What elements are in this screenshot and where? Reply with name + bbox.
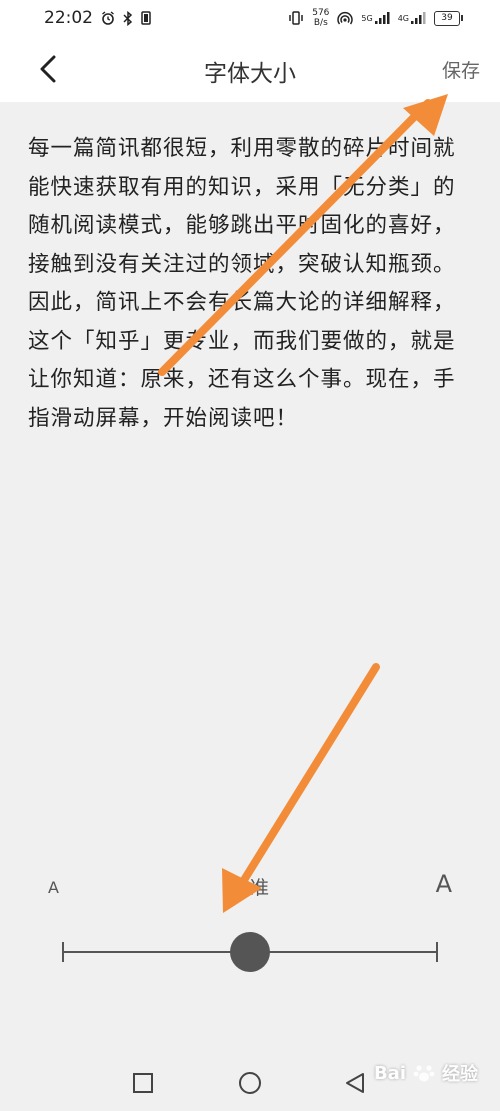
- vibrate-icon: [288, 11, 304, 25]
- recent-apps-button[interactable]: [130, 1070, 156, 1096]
- square-icon: [133, 1073, 153, 1093]
- circle-icon: [239, 1072, 261, 1094]
- status-left: 22:02: [0, 8, 151, 28]
- home-button[interactable]: [237, 1070, 263, 1096]
- paw-logo-icon: [413, 1065, 435, 1082]
- save-button[interactable]: 保存: [442, 56, 480, 83]
- slider-tick-max: [436, 942, 438, 962]
- battery-level: 39: [441, 13, 453, 23]
- signal-4g-label: 4G: [397, 13, 409, 23]
- storage-icon: [141, 11, 151, 25]
- bluetooth-icon: [123, 10, 133, 26]
- font-size-slider[interactable]: [60, 932, 440, 972]
- status-right: 576 B/s 5G 4G 39: [288, 8, 500, 28]
- hotspot-icon: [337, 11, 354, 25]
- baidu-jingyan-watermark: Bai 经验: [374, 1060, 478, 1086]
- triangle-back-icon: [346, 1073, 364, 1093]
- header-bar: 字体大小 保存: [0, 36, 500, 102]
- network-speed: 576 B/s: [312, 8, 329, 28]
- page-title: 字体大小: [204, 61, 296, 87]
- watermark-brand: Bai: [373, 1062, 406, 1084]
- battery-icon: 39: [434, 10, 463, 26]
- status-bar: 22:02 576 B/s 5G 4G 39: [0, 0, 500, 36]
- network-speed-unit: B/s: [313, 18, 328, 28]
- watermark-suffix: 经验: [442, 1064, 478, 1085]
- status-time: 22:02: [44, 8, 93, 28]
- slider-tick-min: [62, 942, 64, 962]
- signal-5g-label: 5G: [361, 13, 373, 23]
- back-nav-button[interactable]: [342, 1070, 368, 1096]
- font-size-standard-label: 标准: [230, 877, 269, 899]
- network-speed-value: 576: [312, 8, 330, 18]
- signal-5g-icon: 5G: [361, 12, 390, 24]
- alarm-icon: [101, 11, 115, 25]
- slider-thumb[interactable]: [230, 932, 270, 972]
- signal-4g-icon: 4G: [398, 12, 426, 24]
- font-preview-text: 每一篇简讯都很短，利用零散的碎片时间就能快速获取有用的知识，采用「无分类」的随机…: [28, 136, 456, 431]
- font-size-large-label: A: [435, 870, 452, 898]
